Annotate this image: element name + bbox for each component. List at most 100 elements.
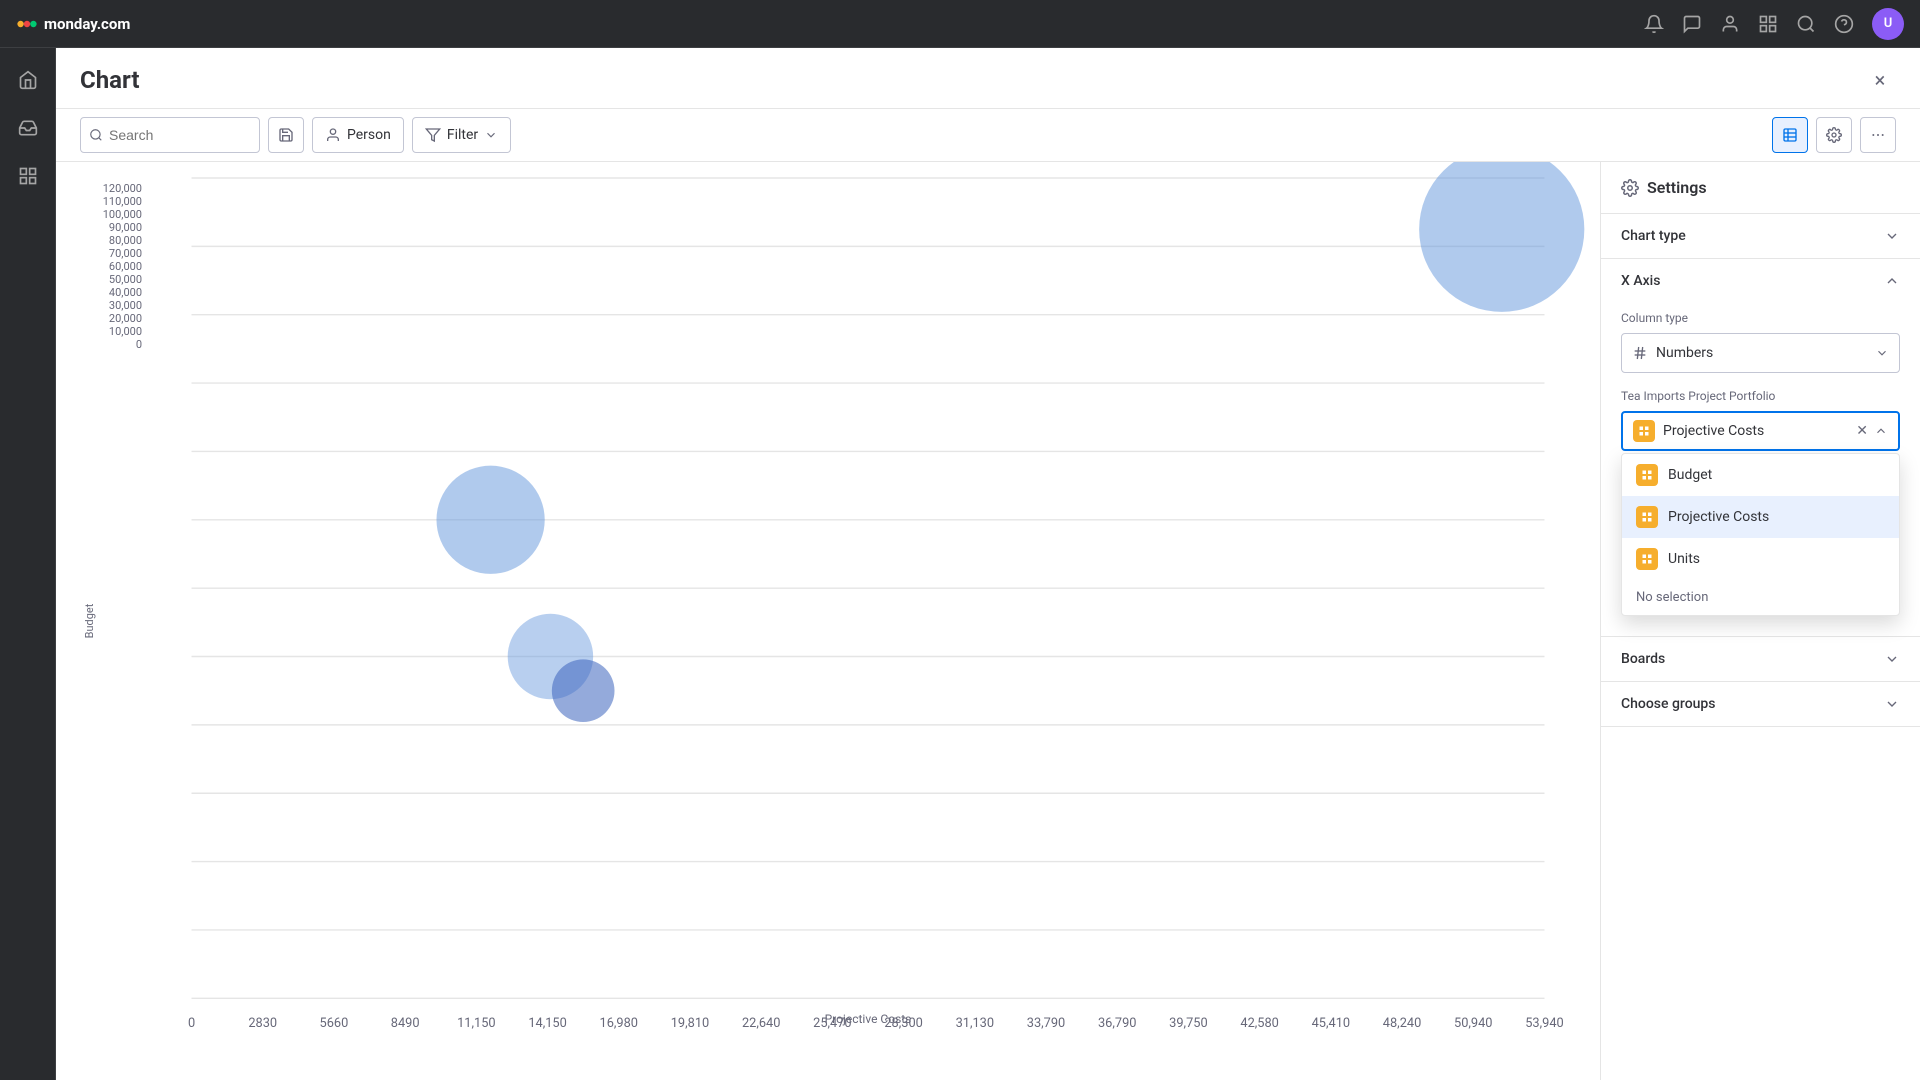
boards-label: Boards [1621,651,1665,667]
chart-settings-layout: Budget 120,000 110,000 100,000 90,000 80… [56,162,1920,1080]
x-label-16: 45,410 [1312,1016,1350,1031]
boards-section: Boards [1601,637,1920,682]
selected-field-value: Projective Costs [1663,423,1764,439]
search-icon [89,127,103,143]
filter-chevron-icon [484,128,498,142]
boards-chevron-icon [1884,651,1900,667]
y-label-20000: 20,000 [109,312,142,325]
settings-gear-icon [1621,179,1639,197]
field-dropdown-menu: Budget Projective Costs [1621,453,1900,616]
choose-groups-chevron-icon [1884,696,1900,712]
help-icon[interactable] [1834,14,1854,34]
bubble-large[interactable] [1419,162,1584,312]
x-label-7: 19,810 [671,1016,709,1031]
column-type-label: Column type [1621,311,1900,325]
x-label-8: 22,640 [742,1016,780,1031]
bubble-small-2[interactable] [552,659,615,722]
y-axis: 120,000 110,000 100,000 90,000 80,000 70… [80,178,150,411]
filter-icon [425,127,441,143]
x-axis-chevron-icon [1884,273,1900,289]
bubble-medium[interactable] [436,466,544,574]
topbar: monday.com U [0,0,1920,48]
modal-close-button[interactable]: × [1864,64,1896,96]
projective-costs-item-label: Projective Costs [1668,509,1769,525]
x-label-13: 36,790 [1098,1016,1136,1031]
x-label-11: 31,130 [956,1016,994,1031]
y-label-30000: 30,000 [109,299,142,312]
x-label-2: 5660 [320,1016,349,1031]
filter-button[interactable]: Filter [412,117,511,153]
search-icon[interactable] [1796,14,1816,34]
choose-groups-label: Choose groups [1621,696,1716,712]
dropdown-clear-button[interactable]: ✕ [1856,423,1868,439]
chart-area: Budget 120,000 110,000 100,000 90,000 80… [56,162,1600,1080]
y-label-40000: 40,000 [109,286,142,299]
person-icon [325,127,341,143]
budget-item-label: Budget [1668,467,1712,483]
numbers-icon [1632,345,1648,361]
apps-icon[interactable] [1758,14,1778,34]
chart-type-label: Chart type [1621,228,1686,244]
no-selection-option[interactable]: No selection [1622,580,1899,615]
main-container: Chart × Person Filter [0,48,1920,1080]
search-box[interactable] [80,117,260,153]
user-icon[interactable] [1720,14,1740,34]
projective-costs-item-icon [1636,506,1658,528]
table-view-button[interactable] [1772,117,1808,153]
units-item-label: Units [1668,551,1700,567]
choose-groups-section: Choose groups [1601,682,1920,727]
dropdown-item-units[interactable]: Units [1622,538,1899,580]
settings-panel: Settings Chart type X Axis [1600,162,1920,1080]
boards-header[interactable]: Boards [1601,637,1920,681]
avatar[interactable]: U [1872,8,1904,40]
field-dropdown-active[interactable]: Projective Costs ✕ [1621,411,1900,451]
x-label-1: 2830 [248,1016,277,1031]
sidebar-workspace-icon[interactable] [8,156,48,196]
board-label: Tea Imports Project Portfolio [1621,389,1900,403]
y-label-110000: 110,000 [103,195,142,208]
chat-icon[interactable] [1682,14,1702,34]
x-label-6: 16,980 [600,1016,638,1031]
chart-modal: Chart × Person Filter [56,48,1920,1080]
x-label-15: 42,580 [1240,1016,1278,1031]
y-label-100000: 100,000 [103,208,142,221]
choose-groups-header[interactable]: Choose groups [1601,682,1920,726]
x-label-0: 0 [188,1016,195,1031]
chart-type-chevron-icon [1884,228,1900,244]
more-options-button[interactable] [1860,117,1896,153]
toolbar-right [1772,117,1896,153]
dropdown-active-content: Projective Costs [1633,420,1764,442]
budget-item-icon [1636,464,1658,486]
y-label-90000: 90,000 [109,221,142,234]
column-type-chevron-icon [1875,346,1889,360]
y-label-60000: 60,000 [109,260,142,273]
person-button[interactable]: Person [312,117,404,153]
x-label-3: 8490 [391,1016,420,1031]
dropdown-controls: ✕ [1856,423,1888,439]
y-label-10000: 10,000 [109,325,142,338]
save-view-button[interactable] [268,117,304,153]
x-label-18: 50,940 [1454,1016,1492,1031]
sidebar-inbox-icon[interactable] [8,108,48,148]
column-type-select[interactable]: Numbers [1621,333,1900,373]
sidebar-home-icon[interactable] [8,60,48,100]
filter-label: Filter [447,127,478,143]
chart-type-section: Chart type [1601,214,1920,259]
x-axis-header[interactable]: X Axis [1601,259,1920,303]
settings-title: Settings [1647,178,1707,197]
dropdown-item-budget[interactable]: Budget [1622,454,1899,496]
toolbar: Person Filter [56,109,1920,162]
column-type-value: Numbers [1632,345,1713,361]
settings-button[interactable] [1816,117,1852,153]
dropdown-chevron-up-icon [1874,424,1888,438]
x-axis-label: X Axis [1621,273,1660,289]
y-label-120000: 120,000 [103,182,142,195]
dropdown-item-projective-costs[interactable]: Projective Costs [1622,496,1899,538]
y-label-50000: 50,000 [109,273,142,286]
modal-title: Chart [80,66,139,94]
search-input[interactable] [109,127,251,143]
x-label-19: 53,940 [1525,1016,1563,1031]
x-label-12: 33,790 [1027,1016,1065,1031]
notification-icon[interactable] [1644,14,1664,34]
chart-type-header[interactable]: Chart type [1601,214,1920,258]
